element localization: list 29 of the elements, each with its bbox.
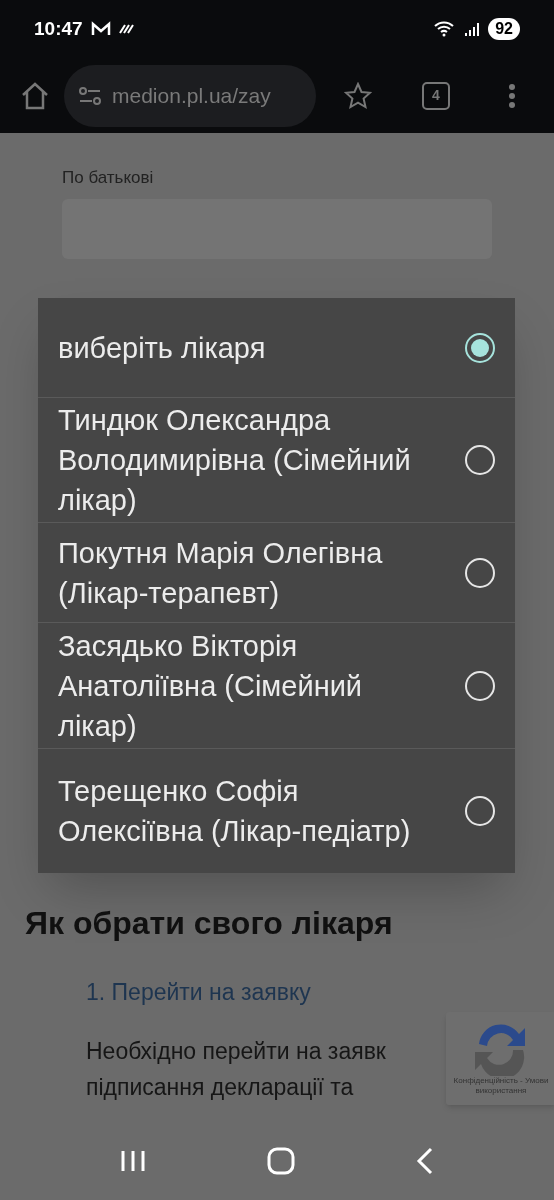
tune-icon bbox=[78, 84, 102, 107]
radio-button[interactable] bbox=[465, 670, 495, 701]
radio-button[interactable] bbox=[465, 445, 495, 475]
notification-icon bbox=[118, 23, 135, 35]
paragraph-line: Необхідно перейти на заявк bbox=[86, 1037, 386, 1066]
radio-button[interactable] bbox=[465, 557, 495, 588]
doctor-option[interactable]: виберіть лікаря bbox=[38, 298, 515, 397]
radio-button[interactable] bbox=[465, 796, 495, 826]
url-bar[interactable]: medion.pl.ua/zay bbox=[64, 64, 316, 127]
paragraph-line: підписання декларації та bbox=[86, 1073, 354, 1102]
home-button-icon[interactable] bbox=[267, 1147, 295, 1175]
radio-button[interactable] bbox=[465, 332, 495, 363]
signal-icon bbox=[464, 21, 481, 37]
battery-badge: 92 bbox=[488, 18, 520, 40]
recent-apps-icon[interactable] bbox=[120, 1149, 147, 1173]
home-icon[interactable] bbox=[20, 81, 50, 110]
url-text: medion.pl.ua/zay bbox=[112, 82, 271, 109]
back-icon[interactable] bbox=[415, 1147, 434, 1175]
doctor-option[interactable]: Засядько Вікторія Анатоліївна (Сімейний лікар) bbox=[38, 622, 515, 748]
doctor-option[interactable]: Тиндюк Олександра Володимирівна (Сімейний лікар) bbox=[38, 397, 515, 522]
tab-count-button[interactable]: 4 bbox=[422, 81, 450, 110]
article-heading: Як обрати свого лікаря bbox=[24, 903, 394, 943]
field-label: По батькові bbox=[62, 167, 155, 189]
status-time: 10:47 bbox=[34, 16, 83, 41]
mail-icon bbox=[90, 21, 111, 37]
star-icon[interactable] bbox=[344, 81, 372, 110]
doctor-option[interactable]: Покутня Марія Олегівна (Лікар-терапевт) bbox=[38, 522, 515, 622]
doctor-option[interactable]: Терещенко Софія Олексіївна (Лікар-педіатр) bbox=[38, 748, 515, 873]
menu-icon[interactable] bbox=[508, 82, 516, 109]
